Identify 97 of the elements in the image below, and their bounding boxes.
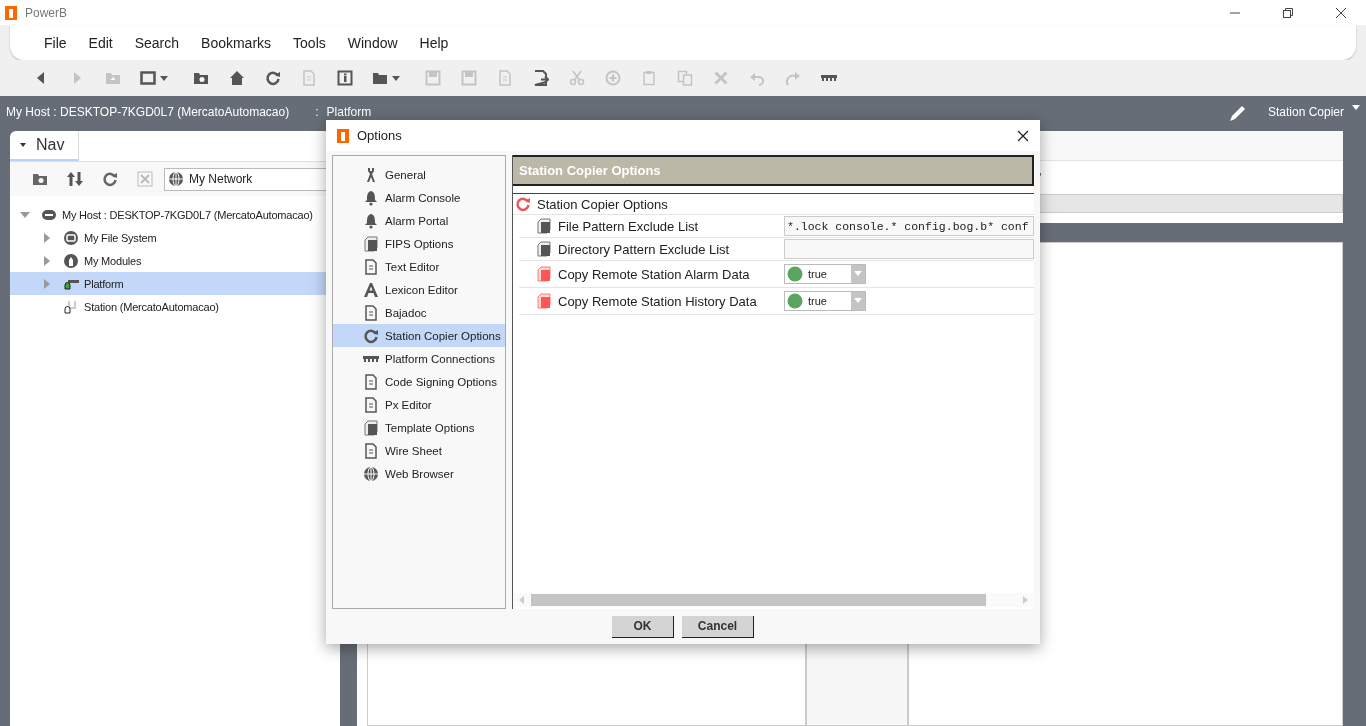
doc-icon	[497, 70, 513, 86]
path-separator: :	[315, 105, 319, 119]
cube-icon	[363, 235, 379, 252]
cube-icon	[363, 419, 379, 436]
caret-icon	[160, 75, 168, 81]
path-location[interactable]: Platform	[326, 105, 372, 119]
category-item[interactable]: Px Editor	[333, 393, 505, 416]
station-icon	[63, 298, 79, 315]
letter-icon	[363, 281, 379, 298]
restore-button[interactable]	[1282, 6, 1294, 19]
text-field[interactable]: *.lock console.* config.bog.b* conf	[784, 216, 1034, 236]
save-icon	[461, 70, 477, 86]
app-icon	[337, 128, 349, 143]
info-icon	[337, 70, 353, 86]
category-item[interactable]: Web Browser	[333, 462, 505, 485]
cube-icon	[536, 218, 552, 234]
export-icon	[533, 70, 549, 86]
boolean-dropdown[interactable]: true	[784, 290, 866, 311]
page-icon	[363, 304, 379, 321]
menu-item[interactable]: Edit	[77, 34, 124, 51]
property-name: Directory Pattern Exclude List	[558, 241, 730, 257]
bell-icon	[363, 189, 379, 206]
scroll-right-icon[interactable]	[1022, 596, 1028, 604]
pane-icon	[140, 70, 156, 86]
caret-icon	[20, 143, 26, 147]
menu-item[interactable]: Tools	[282, 34, 337, 51]
category-item[interactable]: Wire Sheet	[333, 439, 505, 462]
category-item[interactable]: Code Signing Options	[333, 370, 505, 393]
globe-icon	[168, 171, 184, 187]
copy-icon	[677, 70, 693, 86]
window-title: PowerB	[25, 5, 68, 20]
category-item[interactable]: General	[333, 163, 505, 186]
text-field[interactable]	[784, 239, 1034, 259]
cube-icon	[536, 241, 552, 257]
folder-icon	[31, 171, 48, 187]
panel-header: Station Copier Options	[513, 155, 1034, 186]
caret-icon[interactable]	[1352, 105, 1360, 110]
undo-icon	[749, 70, 765, 86]
view-selector[interactable]: Station Copier	[1267, 105, 1344, 119]
horizontal-scrollbar[interactable]	[513, 593, 1034, 607]
caret-icon	[854, 271, 862, 276]
collapse-icon[interactable]	[20, 209, 30, 220]
redo-icon	[785, 70, 801, 86]
folder-icon	[372, 70, 388, 86]
home-icon	[229, 70, 245, 86]
dialog-title: Options	[357, 128, 402, 143]
dialog-button[interactable]: OK	[612, 615, 674, 638]
plus-icon	[605, 70, 621, 86]
menu-item[interactable]: Search	[123, 34, 191, 51]
dialog-button[interactable]: Cancel	[682, 615, 754, 638]
camera-icon	[193, 70, 209, 86]
category-item[interactable]: Platform Connections	[333, 347, 505, 370]
property-name: Copy Remote Station History Data	[558, 293, 757, 309]
pencil-icon[interactable]	[1227, 105, 1246, 123]
cube-icon	[536, 293, 552, 309]
refresh-icon	[265, 70, 281, 86]
property-name: File Pattern Exclude List	[558, 218, 699, 234]
cut-icon	[569, 70, 585, 86]
page-icon	[363, 373, 379, 390]
category-item[interactable]: Template Options	[333, 416, 505, 439]
caret-icon	[854, 298, 862, 303]
close-button[interactable]	[1017, 129, 1029, 142]
menu-item[interactable]: Bookmarks	[190, 34, 283, 51]
caret-icon	[392, 75, 400, 81]
drive-icon	[63, 229, 79, 246]
menu-item[interactable]: Help	[408, 34, 460, 51]
page-icon	[363, 442, 379, 459]
globe-icon	[363, 465, 379, 482]
cube-icon	[536, 266, 552, 282]
modules-icon	[63, 252, 79, 269]
close-button[interactable]	[1335, 6, 1347, 19]
tab-label: Nav	[36, 136, 65, 154]
menu-item[interactable]: Window	[336, 34, 409, 51]
delete-icon	[713, 70, 729, 86]
app-icon	[5, 5, 17, 20]
page-icon	[363, 258, 379, 275]
clipboard-icon	[641, 70, 657, 86]
property-name: Copy Remote Station Alarm Data	[558, 266, 750, 282]
up-icon	[105, 70, 121, 86]
refresh-icon	[363, 327, 379, 344]
category-item[interactable]: Station Copier Options	[333, 324, 505, 347]
menu-item[interactable]: File	[33, 34, 78, 51]
page-icon	[363, 396, 379, 413]
expand-icon[interactable]	[42, 255, 52, 266]
sort-icon	[66, 171, 83, 187]
expand-icon[interactable]	[42, 278, 52, 289]
boolean-dropdown[interactable]: true	[784, 263, 866, 284]
scroll-left-icon[interactable]	[519, 596, 525, 604]
doc-icon	[301, 70, 317, 86]
path-host[interactable]: My Host : DESKTOP-7KGD0L7 (MercatoAutomacao)	[6, 105, 290, 119]
refresh-icon	[515, 196, 531, 212]
property-group: Station Copier Options	[537, 196, 668, 212]
save-icon	[425, 70, 441, 86]
refresh-icon	[101, 171, 118, 187]
expand-icon[interactable]	[42, 232, 52, 243]
bell-icon	[363, 212, 379, 229]
close-icon	[136, 171, 153, 187]
